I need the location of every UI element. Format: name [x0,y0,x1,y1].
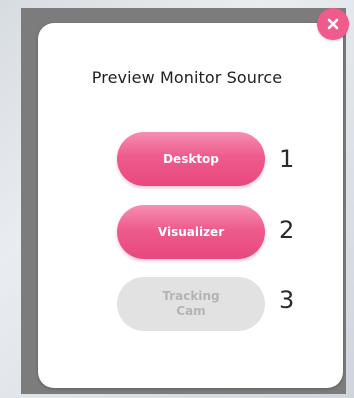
desktop-source-label: Desktop [163,151,219,166]
visualizer-source-button[interactable]: Visualizer [117,205,265,259]
option-number-2: 2 [279,216,295,244]
tracking-cam-source-button: Tracking Cam [117,277,265,331]
dialog-title: Preview Monitor Source [91,68,283,87]
tracking-cam-source-label: Tracking Cam [162,289,220,318]
desktop-source-button[interactable]: Desktop [117,132,265,186]
close-icon [327,18,339,30]
option-number-1: 1 [279,145,295,173]
option-number-3: 3 [279,286,295,314]
close-button[interactable] [317,8,349,40]
visualizer-source-label: Visualizer [157,224,225,239]
